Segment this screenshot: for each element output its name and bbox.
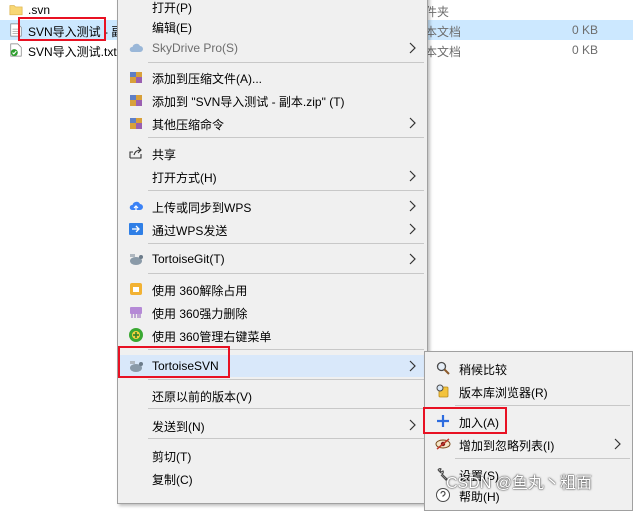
menu-item-send-to[interactable]: 发送到(N): [118, 414, 427, 436]
highlight-box-selected-file: [18, 17, 106, 41]
cloud-upload-icon: [129, 201, 143, 211]
menu-item-label: 使用 360管理右键菜单: [152, 330, 272, 344]
share-icon: [129, 146, 142, 159]
chevron-right-icon: [409, 117, 416, 129]
menu-item-restore-versions[interactable]: 还原以前的版本(V): [118, 384, 427, 406]
submenu-item-diff-later[interactable]: 稍候比较: [425, 357, 632, 379]
menu-item-label: 版本库浏览器(R): [459, 386, 548, 400]
ignore-eye-icon: [435, 438, 451, 450]
menu-separator: [148, 273, 424, 274]
file-size: 0 KB: [571, 43, 598, 57]
menu-item-label: 添加到 "SVN导入测试 - 副本.zip" (T): [152, 95, 345, 109]
menu-item-label: TortoiseGit(T): [152, 252, 225, 266]
menu-item-label: 通过WPS发送: [152, 224, 228, 238]
menu-separator: [148, 62, 424, 63]
chevron-right-icon: [409, 200, 416, 212]
menu-item-label: 添加到压缩文件(A)...: [152, 72, 262, 86]
360-unlock-icon: [130, 283, 142, 295]
chevron-right-icon: [409, 42, 416, 54]
winrar-archive-icon: [130, 118, 142, 129]
menu-item-skydrive[interactable]: SkyDrive Pro(S): [118, 37, 427, 59]
360-shredder-icon: [130, 307, 142, 318]
menu-separator: [148, 438, 424, 439]
menu-item-360-unlock[interactable]: 使用 360解除占用: [118, 278, 427, 300]
menu-item-label: 上传或同步到WPS: [152, 201, 252, 215]
menu-item-label: 使用 360解除占用: [152, 284, 248, 298]
file-type: 本文档: [425, 45, 462, 59]
menu-item-label: 稍候比较: [459, 363, 508, 377]
chevron-right-icon: [409, 170, 416, 182]
repository-icon: [436, 384, 449, 398]
menu-separator: [148, 137, 424, 138]
menu-item-label: 还原以前的版本(V): [152, 390, 252, 404]
menu-item-send-wps[interactable]: 通过WPS发送: [118, 218, 427, 240]
menu-item-label: 共享: [152, 148, 177, 162]
menu-item-label: 剪切(T): [152, 450, 192, 464]
highlight-box-tortoisesvn: [118, 346, 230, 378]
menu-separator: [148, 408, 424, 409]
file-type: 本文档: [425, 25, 462, 39]
menu-item-add-zip[interactable]: 添加到 "SVN导入测试 - 副本.zip" (T): [118, 89, 427, 111]
360-logo-icon: [129, 328, 143, 342]
menu-item-label: 使用 360强力删除: [152, 307, 248, 321]
file-type: 件夹: [425, 5, 450, 19]
highlight-box-add: [423, 407, 507, 434]
context-menu: 打开(P) 编辑(E) SkyDrive Pro(S) 添加到压缩文件(A)..…: [117, 0, 428, 504]
menu-item-label: 发送到(N): [152, 420, 205, 434]
menu-separator: [455, 458, 630, 459]
menu-item-label: 其他压缩命令: [152, 118, 225, 132]
chevron-right-icon: [409, 223, 416, 235]
menu-item-label: 编辑(E): [152, 21, 192, 35]
menu-item-open-with[interactable]: 打开方式(H): [118, 165, 427, 187]
submenu-item-repo-browser[interactable]: 版本库浏览器(R): [425, 380, 632, 402]
file-size: 0 KB: [571, 23, 598, 37]
menu-item-label: 增加到忽略列表(I): [459, 439, 555, 453]
menu-item-label: 打开(P): [152, 1, 192, 15]
folder-icon: [9, 5, 23, 16]
menu-item-cut[interactable]: 剪切(T): [118, 444, 427, 466]
winrar-archive-icon: [130, 72, 142, 83]
magnifier-icon: [436, 361, 450, 375]
menu-separator: [148, 379, 424, 380]
menu-item-label: SkyDrive Pro(S): [152, 41, 239, 55]
file-name: SVN导入测试.txt: [28, 45, 117, 59]
chevron-right-icon: [409, 360, 416, 372]
menu-item-edit[interactable]: 编辑(E): [118, 15, 427, 37]
chevron-right-icon: [614, 438, 621, 450]
file-name: .svn: [28, 3, 51, 17]
menu-item-add-archive[interactable]: 添加到压缩文件(A)...: [118, 66, 427, 88]
watermark: CSDN @鱼丸丶粗面: [446, 475, 593, 492]
menu-item-share[interactable]: 共享: [118, 142, 427, 164]
menu-item-label: 复制(C): [152, 473, 193, 487]
menu-item-360-manage[interactable]: 使用 360管理右键菜单: [118, 324, 427, 346]
tortoisegit-icon: [130, 254, 143, 265]
menu-item-label: 打开方式(H): [152, 171, 217, 185]
menu-item-other-compress[interactable]: 其他压缩命令: [118, 112, 427, 134]
menu-item-upload-wps[interactable]: 上传或同步到WPS: [118, 195, 427, 217]
menu-separator: [148, 190, 424, 191]
send-arrow-icon: [129, 223, 143, 235]
skydrive-cloud-icon: [129, 43, 143, 52]
svn-versioned-file-icon: [10, 43, 22, 57]
menu-item-tortoisegit[interactable]: TortoiseGit(T): [118, 248, 427, 270]
menu-item-copy[interactable]: 复制(C): [118, 467, 427, 489]
chevron-right-icon: [409, 253, 416, 265]
chevron-right-icon: [409, 419, 416, 431]
winrar-archive-icon: [130, 95, 142, 106]
menu-separator: [455, 405, 630, 406]
submenu-item-add-ignore[interactable]: 增加到忽略列表(I): [425, 433, 632, 455]
menu-item-360-force-delete[interactable]: 使用 360强力删除: [118, 301, 427, 323]
menu-separator: [148, 243, 424, 244]
